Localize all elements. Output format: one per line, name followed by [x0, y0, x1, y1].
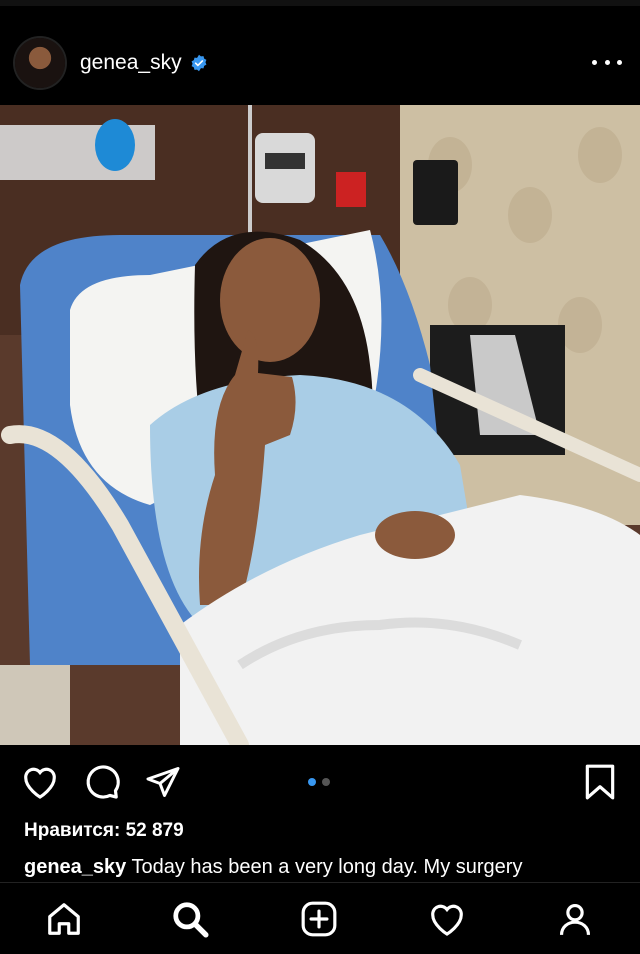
home-icon[interactable] [44, 899, 84, 939]
carousel-dot-active [308, 778, 316, 786]
profile-icon[interactable] [555, 899, 595, 939]
post-caption: genea_sky Today has been a very long day… [24, 856, 522, 879]
carousel-indicator [308, 778, 330, 786]
more-options-icon[interactable] [592, 52, 622, 72]
post-action-bar [0, 752, 640, 808]
bottom-tab-bar [0, 882, 640, 954]
post-photo[interactable] [0, 105, 640, 745]
avatar[interactable] [15, 38, 65, 88]
bookmark-icon[interactable] [580, 762, 620, 802]
post-username[interactable]: genea_sky [80, 51, 182, 75]
likes-count[interactable]: Нравится: 52 879 [24, 820, 184, 842]
activity-heart-icon[interactable] [427, 899, 467, 939]
share-icon[interactable] [143, 762, 183, 802]
hospital-photo-illustration [0, 105, 640, 745]
create-post-icon[interactable] [299, 899, 339, 939]
comment-icon[interactable] [82, 762, 122, 802]
caption-username[interactable]: genea_sky [24, 856, 126, 878]
heart-icon[interactable] [20, 762, 60, 802]
post-header: genea_sky [0, 20, 640, 106]
status-bar-strip [0, 0, 640, 6]
search-icon[interactable] [170, 899, 210, 939]
post-author[interactable]: genea_sky [80, 51, 208, 75]
caption-text: Today has been a very long day. My surge… [126, 856, 523, 878]
carousel-dot [322, 778, 330, 786]
verified-badge-icon [191, 54, 207, 72]
